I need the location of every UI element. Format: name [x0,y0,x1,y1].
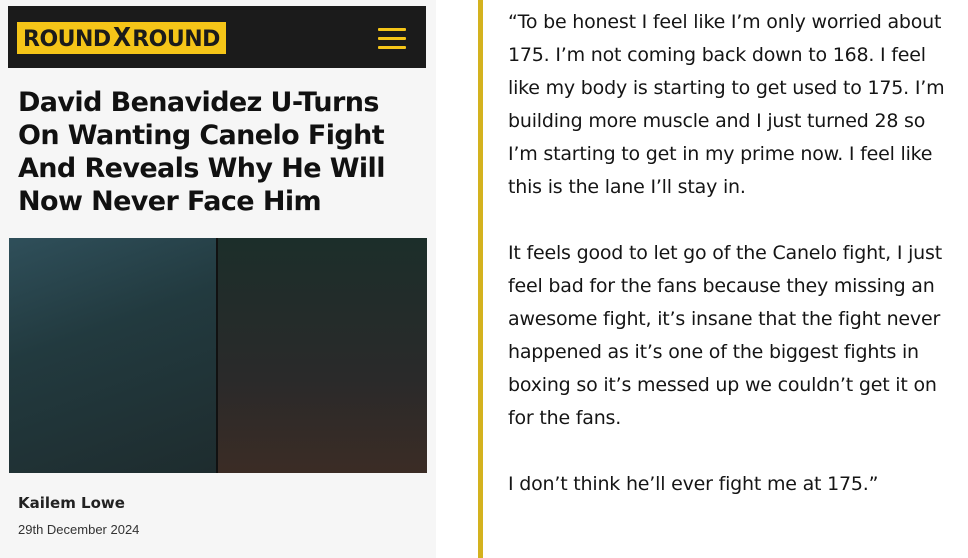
menu-line [378,28,406,31]
logo-text-2: ROUND [132,27,220,52]
article-card: ROUNDXROUND David Benavidez U-Turns On W… [0,0,436,558]
site-header: ROUNDXROUND [8,6,426,68]
boxer-photo-left [9,238,216,473]
quote-paragraph-3: I don’t think he’ll ever fight me at 175… [508,473,879,495]
quote-text: “To be honest I feel like I’m only worri… [508,6,958,501]
boxer-photo-right [218,238,427,473]
logo-x: X [112,23,131,53]
article-hero-image[interactable] [9,238,427,473]
logo-text-1: ROUND [23,27,111,52]
author-name[interactable]: Kailem Lowe [18,494,125,512]
quote-paragraph-2: It feels good to let go of the Canelo fi… [508,242,942,429]
article-title: David Benavidez U-Turns On Wanting Canel… [18,87,385,217]
menu-line [378,37,406,40]
quote-paragraph-1: “To be honest I feel like I’m only worri… [508,11,945,198]
hamburger-icon[interactable] [378,28,406,50]
site-logo[interactable]: ROUNDXROUND [17,22,226,54]
publish-date: 29th December 2024 [18,522,140,537]
menu-line [378,46,406,49]
